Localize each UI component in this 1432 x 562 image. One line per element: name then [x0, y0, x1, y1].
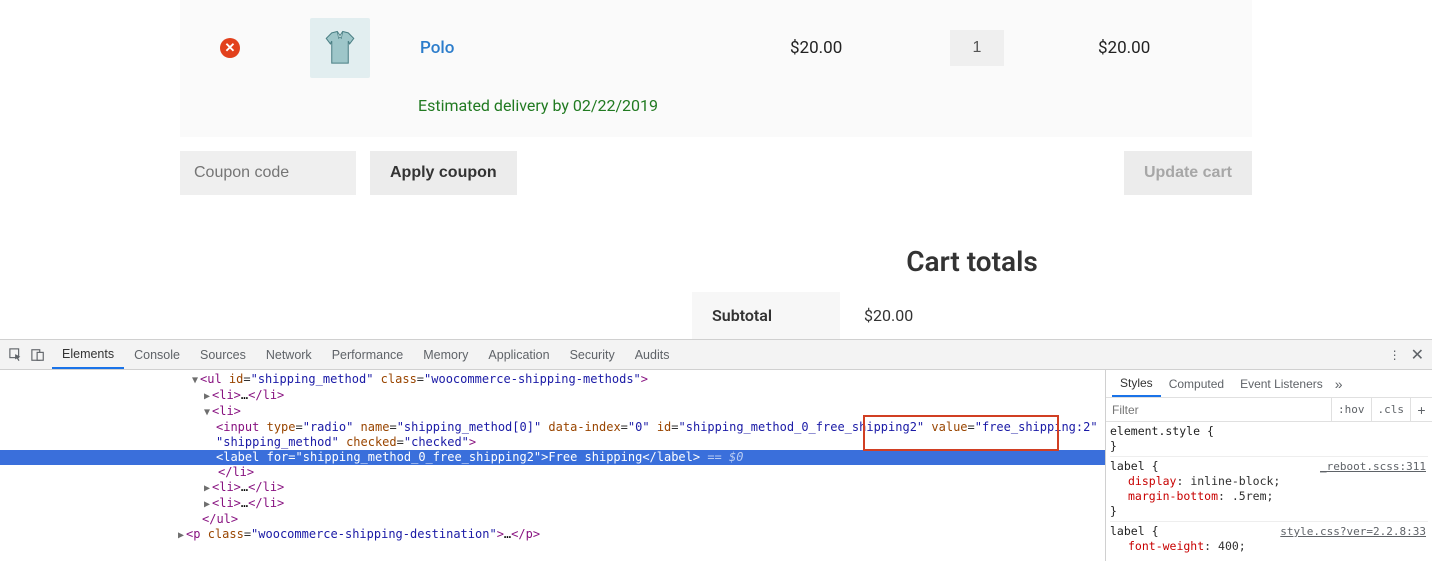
dom-node[interactable]: <li>…</li> [0, 480, 1105, 496]
update-cart-button[interactable]: Update cart [1124, 151, 1252, 195]
styles-filter-input[interactable] [1106, 403, 1331, 417]
subtotal-label: Subtotal [692, 292, 840, 339]
tab-console[interactable]: Console [124, 340, 190, 369]
devtools-body: <ul id="shipping_method" class="woocomme… [0, 370, 1432, 561]
tab-memory[interactable]: Memory [413, 340, 478, 369]
dom-node[interactable]: <li>…</li> [0, 388, 1105, 404]
polo-shirt-icon [318, 26, 362, 70]
tab-event-listeners[interactable]: Event Listeners [1232, 370, 1331, 397]
source-link[interactable]: style.css?ver=2.2.8:33 [1280, 524, 1426, 539]
tab-performance[interactable]: Performance [322, 340, 414, 369]
dom-node[interactable]: <input type="radio" name="shipping_metho… [0, 420, 1105, 435]
device-toggle-icon[interactable] [30, 347, 46, 363]
tab-elements[interactable]: Elements [52, 340, 124, 369]
quantity-input[interactable] [950, 30, 1004, 66]
dom-node[interactable]: <ul id="shipping_method" class="woocomme… [0, 372, 1105, 388]
dom-node-selected[interactable]: <label for="shipping_method_0_free_shipp… [0, 450, 1105, 465]
product-price: $20.00 [790, 38, 842, 58]
source-link[interactable]: _reboot.scss:311 [1320, 459, 1426, 474]
close-icon: ✕ [225, 42, 236, 55]
remove-item-button[interactable]: ✕ [220, 38, 240, 58]
cart-actions-row: Apply coupon Update cart [180, 151, 1252, 195]
hov-toggle[interactable]: :hov [1331, 398, 1371, 421]
tab-styles[interactable]: Styles [1112, 370, 1161, 397]
dom-tree[interactable]: <ul id="shipping_method" class="woocomme… [0, 370, 1105, 561]
dom-node[interactable]: <li>…</li> [0, 496, 1105, 512]
line-subtotal: $20.00 [1098, 38, 1150, 58]
apply-coupon-button[interactable]: Apply coupon [370, 151, 517, 195]
dom-node[interactable]: <li> [0, 404, 1105, 420]
dom-node[interactable]: </li> [0, 465, 1105, 480]
cart-item-row: ✕ Polo $20.00 $20.00 [180, 0, 1252, 96]
estimated-delivery: Estimated delivery by 02/22/2019 [180, 96, 1252, 137]
dom-node[interactable]: "shipping_method" checked="checked"> [0, 435, 1105, 450]
coupon-code-input[interactable] [180, 151, 356, 195]
inspect-icon[interactable] [8, 347, 24, 363]
dom-node[interactable]: <p class="woocommerce-shipping-destinati… [0, 527, 1105, 543]
css-rule[interactable]: element.style { } [1110, 424, 1428, 457]
cart-area: ✕ Polo $20.00 $20.00 Estimated delivery … [0, 0, 1432, 339]
tab-computed[interactable]: Computed [1161, 370, 1232, 397]
tab-network[interactable]: Network [256, 340, 322, 369]
tab-sources[interactable]: Sources [190, 340, 256, 369]
dom-node[interactable]: </ul> [0, 512, 1105, 527]
css-rules[interactable]: element.style { } _reboot.scss:311 label… [1106, 422, 1432, 561]
tab-audits[interactable]: Audits [625, 340, 680, 369]
devtools-panel: Elements Console Sources Network Perform… [0, 339, 1432, 561]
css-rule[interactable]: style.css?ver=2.2.8:33 label { font-weig… [1110, 524, 1428, 556]
devtools-tabbar: Elements Console Sources Network Perform… [0, 340, 1432, 370]
tab-security[interactable]: Security [560, 340, 625, 369]
css-rule[interactable]: _reboot.scss:311 label { display: inline… [1110, 459, 1428, 522]
tab-application[interactable]: Application [478, 340, 559, 369]
cls-toggle[interactable]: .cls [1371, 398, 1411, 421]
product-name-link[interactable]: Polo [420, 38, 454, 58]
cart-totals: Cart totals Subtotal $20.00 [692, 245, 1252, 339]
devtools-close-icon[interactable]: ✕ [1411, 345, 1424, 365]
subtotal-row: Subtotal $20.00 [692, 292, 1252, 339]
product-thumbnail[interactable] [310, 18, 370, 78]
add-rule-button[interactable]: + [1410, 398, 1432, 421]
styles-pane: Styles Computed Event Listeners » :hov .… [1105, 370, 1432, 561]
subtotal-value: $20.00 [840, 292, 1252, 339]
cart-totals-heading: Cart totals [692, 245, 1252, 278]
styles-more-icon[interactable]: » [1335, 376, 1343, 392]
devtools-menu-icon[interactable]: ⋮ [1389, 348, 1401, 362]
